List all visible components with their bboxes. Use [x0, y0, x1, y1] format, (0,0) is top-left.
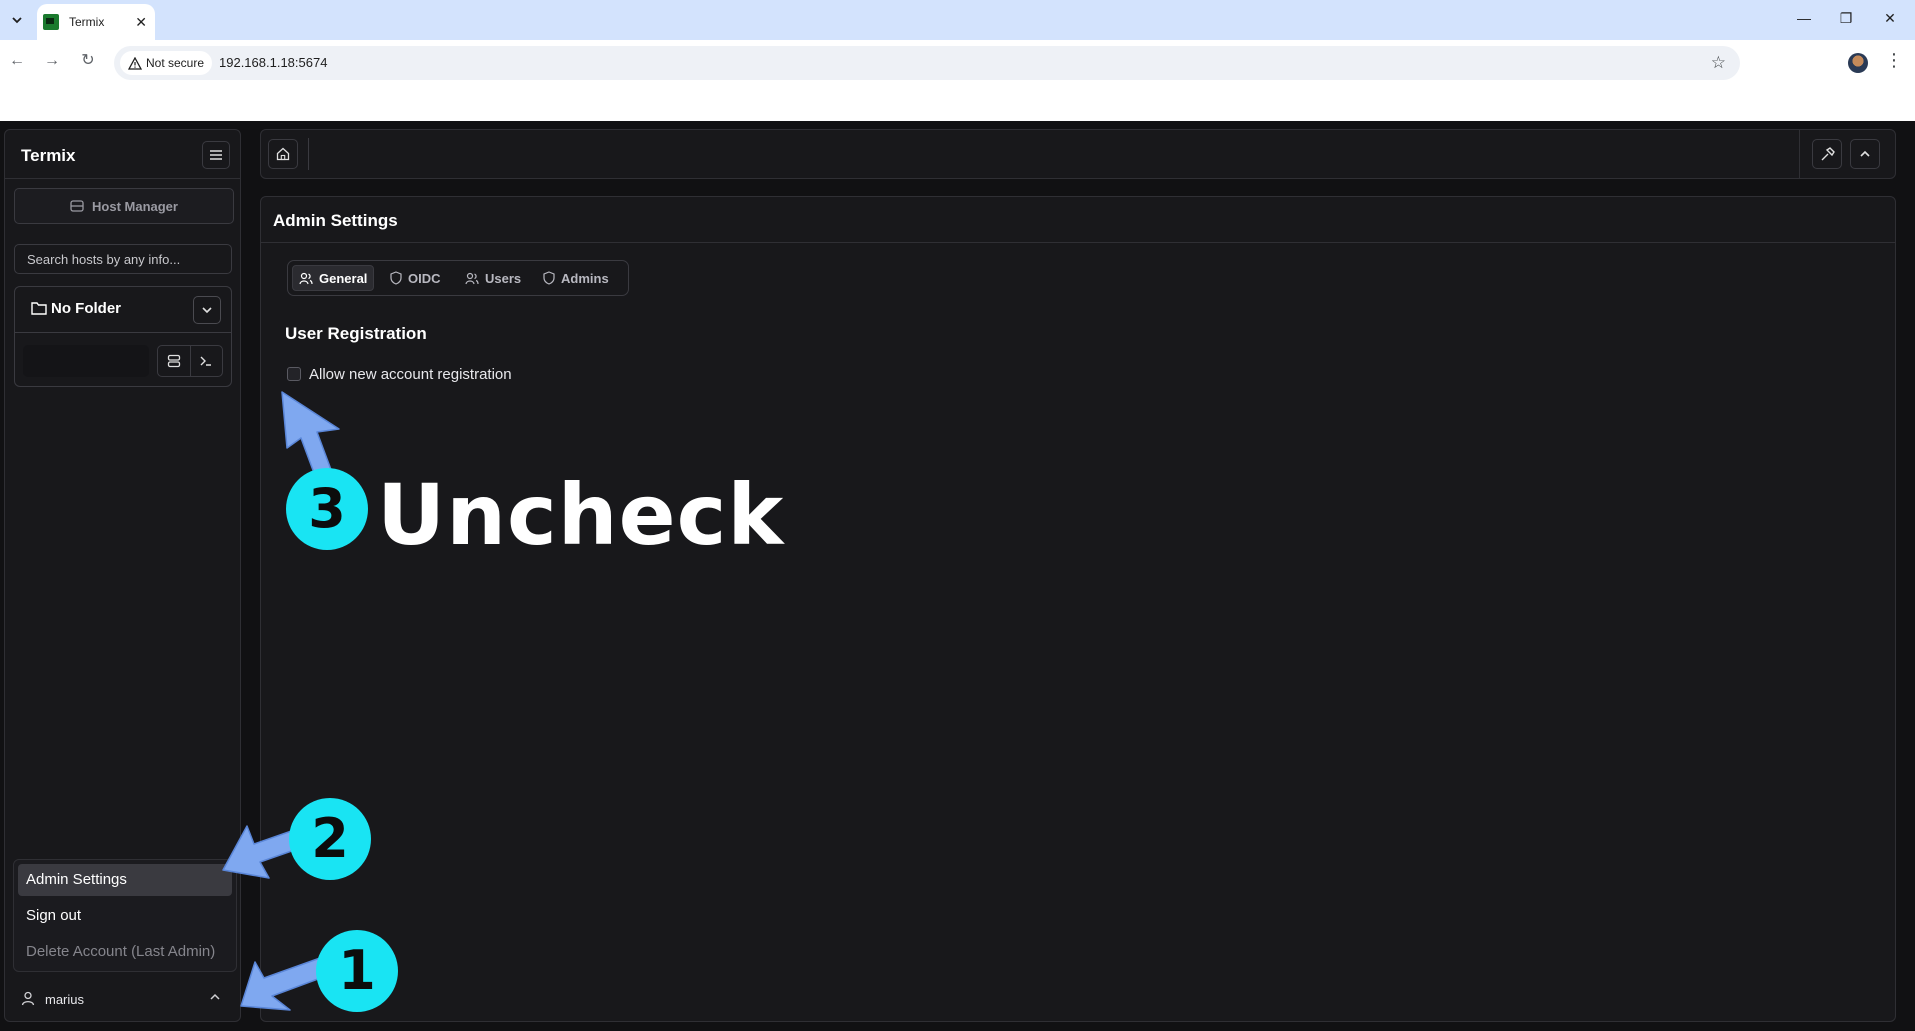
- url-text[interactable]: 192.168.1.18:5674: [219, 55, 327, 70]
- chevron-down-icon: [12, 17, 22, 24]
- bookmark-star-icon[interactable]: ☆: [1711, 53, 1726, 73]
- chevron-down-icon: [202, 307, 212, 314]
- security-label: Not secure: [146, 56, 205, 70]
- users-icon: [465, 272, 479, 284]
- shield-icon: [390, 271, 402, 285]
- tab-strip: Termix ✕ — ❐ ✕: [0, 0, 1915, 40]
- uncheck-annotation: Uncheck: [377, 466, 785, 564]
- window-close-button[interactable]: ✕: [1880, 10, 1900, 27]
- profile-avatar[interactable]: [1848, 53, 1868, 73]
- browser-chrome: Termix ✕ — ❐ ✕ ← → ↻ Not secure 192.168.…: [0, 0, 1915, 121]
- step-3-badge: 3: [286, 468, 368, 550]
- menu-item-sign-out[interactable]: Sign out: [18, 900, 232, 932]
- sidebar-header: Termix: [5, 130, 240, 179]
- host-manager-button[interactable]: Host Manager: [14, 188, 234, 224]
- step-2-badge: 2: [289, 798, 371, 880]
- tab-search-button[interactable]: [5, 8, 29, 32]
- termix-favicon-icon: [43, 14, 59, 30]
- host-name-field[interactable]: [23, 345, 149, 377]
- browser-menu-icon[interactable]: ⋮: [1885, 50, 1903, 71]
- host-manage-button[interactable]: [158, 346, 191, 376]
- chevron-up-icon: [1860, 150, 1870, 157]
- allow-registration-label[interactable]: Allow new account registration: [309, 366, 512, 383]
- menu-item-admin-settings[interactable]: Admin Settings: [18, 864, 232, 896]
- section-title: User Registration: [285, 324, 427, 343]
- user-dropdown-menu: Admin Settings Sign out Delete Account (…: [13, 859, 237, 972]
- tools-button[interactable]: [1812, 139, 1842, 169]
- tab-admins[interactable]: Admins: [537, 265, 615, 291]
- admin-settings-panel: Admin Settings General OIDC Users Admins…: [260, 196, 1896, 1022]
- step-1-badge: 1: [316, 930, 398, 1012]
- reload-button[interactable]: ↻: [78, 51, 98, 71]
- chevron-up-icon: [210, 993, 220, 1000]
- address-bar[interactable]: Not secure 192.168.1.18:5674 ☆: [114, 46, 1740, 80]
- search-hosts-input[interactable]: [14, 244, 232, 274]
- folder-name: No Folder: [51, 300, 121, 317]
- open-terminal-button[interactable]: [191, 346, 223, 376]
- top-bar: [260, 129, 1896, 179]
- folder-icon: [31, 302, 47, 315]
- tab-users[interactable]: Users: [459, 265, 527, 291]
- folder-header[interactable]: No Folder: [15, 287, 231, 333]
- divider: [261, 242, 1895, 243]
- maximize-button[interactable]: ❐: [1836, 10, 1856, 27]
- terminal-icon: [200, 356, 212, 366]
- app-title: Termix: [21, 146, 76, 165]
- page-title: Admin Settings: [273, 211, 398, 230]
- folder-collapse-button[interactable]: [193, 296, 221, 324]
- warning-icon: [128, 56, 142, 70]
- divider: [308, 138, 309, 170]
- collapse-topbar-button[interactable]: [1850, 139, 1880, 169]
- settings-tabs: General OIDC Users Admins: [287, 260, 629, 296]
- user-menu-trigger[interactable]: marius: [5, 983, 239, 1015]
- allow-registration-checkbox[interactable]: [287, 367, 301, 381]
- back-button[interactable]: ←: [7, 51, 27, 71]
- hammer-icon: [1821, 146, 1835, 160]
- user-icon: [21, 991, 35, 1006]
- menu-item-delete-account: Delete Account (Last Admin): [26, 943, 216, 960]
- sidebar-toggle-button[interactable]: [202, 141, 230, 169]
- tab-label: Admins: [561, 270, 609, 286]
- security-chip[interactable]: Not secure: [120, 51, 213, 75]
- tab-label: Users: [485, 270, 522, 286]
- browser-tab[interactable]: Termix ✕: [37, 4, 155, 40]
- tab-oidc[interactable]: OIDC: [384, 265, 447, 291]
- server-icon: [70, 200, 84, 212]
- host-actions: [157, 345, 223, 377]
- tab-label: OIDC: [408, 270, 441, 286]
- tab-title: Termix: [69, 15, 105, 29]
- menu-icon: [210, 150, 222, 160]
- tab-close-icon[interactable]: ✕: [135, 14, 147, 31]
- home-button[interactable]: [268, 139, 298, 169]
- server-icon: [167, 354, 180, 368]
- host-manager-label: Host Manager: [92, 198, 178, 214]
- minimize-button[interactable]: —: [1794, 10, 1814, 26]
- tab-general[interactable]: General: [292, 265, 375, 291]
- username: marius: [45, 992, 85, 1007]
- forward-button[interactable]: →: [42, 51, 62, 71]
- home-icon: [276, 147, 290, 161]
- divider: [1799, 130, 1800, 178]
- users-icon: [299, 272, 313, 284]
- folder-group: No Folder: [14, 286, 232, 387]
- host-row: [23, 345, 223, 377]
- tab-label: General: [319, 270, 368, 286]
- shield-icon: [543, 271, 555, 285]
